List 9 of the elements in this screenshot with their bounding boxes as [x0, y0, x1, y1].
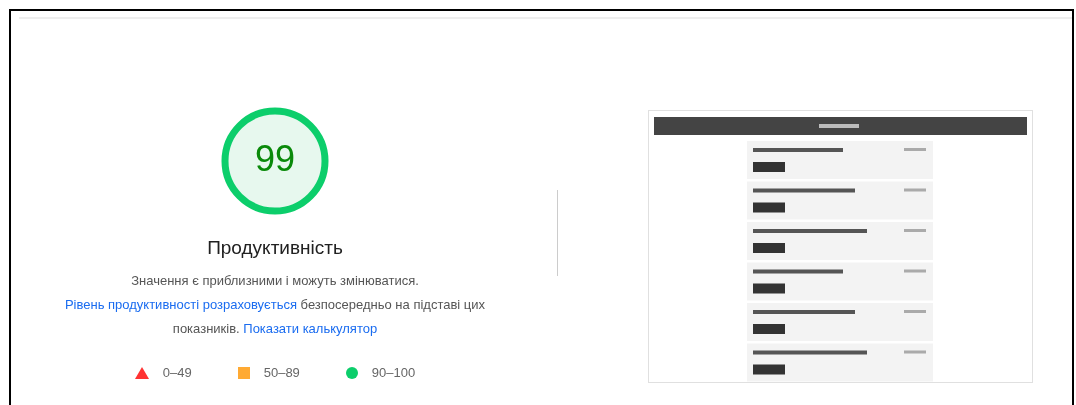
- link[interactable]: Показати калькулятор: [243, 321, 378, 336]
- link[interactable]: Рівень продуктивності розраховується: [64, 297, 297, 312]
- score-ring-icon: [220, 106, 330, 216]
- range-label: 90–100: [371, 365, 416, 380]
- range-label: 0–49: [162, 365, 192, 380]
- description-text: Значення є приблизними і можуть змінюватися. Рівень продуктивності розраховується безпосередньо на підставі цих показників. Показати калькулятор: [63, 272, 487, 338]
- category-title: Продуктивність: [207, 237, 343, 259]
- score-value: 99: [253, 139, 296, 179]
- range-label: 50–89: [263, 365, 300, 380]
